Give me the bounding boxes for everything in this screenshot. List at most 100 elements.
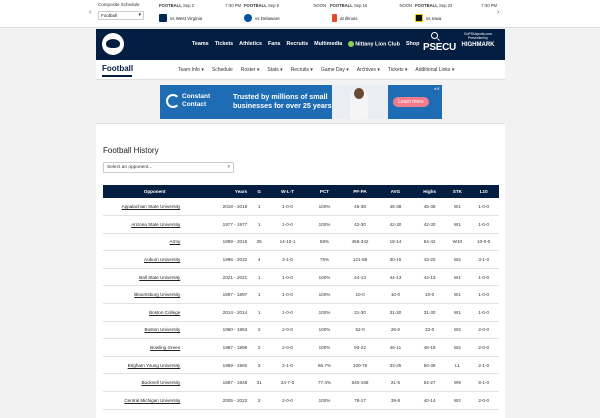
ticker-game[interactable]: FOOTBALL Sep 2 7:30 PM vs West Virginia — [159, 3, 241, 25]
subnav-game-day[interactable]: Game Day — [321, 67, 349, 73]
game-sport: FOOTBALL — [244, 3, 267, 8]
game-opponent: vs Iowa — [426, 15, 442, 21]
opponent-link[interactable]: Army — [170, 239, 181, 244]
nittany-lion-logo-icon[interactable] — [102, 33, 124, 55]
opponent-link[interactable]: Arizona State University — [131, 222, 180, 227]
search-icon[interactable] — [431, 32, 438, 39]
cell-pf-pa: 78-17 — [342, 391, 379, 410]
cell-avg: 42-30 — [378, 215, 413, 234]
opponent-link[interactable]: Bucknell University — [141, 380, 180, 385]
ticker-game[interactable]: FOOTBALL Sep 16 NOON at Illinois — [330, 3, 412, 25]
cell-pf-pa: 44-13 — [342, 268, 379, 287]
ad-close-icon[interactable]: ▸✕ — [435, 86, 440, 91]
nav-recruits[interactable]: Recruits — [287, 41, 309, 47]
col-pf-pa[interactable]: PF-PA — [342, 185, 379, 198]
main-nav: Teams Tickets Athletics Fans Recruits Mu… — [192, 41, 419, 47]
game-sport: FOOTBALL — [330, 3, 353, 8]
opponent-link[interactable]: Bloomsburg University — [134, 292, 180, 297]
subnav-schedule[interactable]: Schedule — [212, 67, 233, 73]
opponent-link[interactable]: Auburn University — [144, 257, 180, 262]
game-opponent: vs West Virginia — [170, 15, 203, 21]
col-streak[interactable]: STK — [446, 185, 469, 198]
cell-highs: 40-14 — [412, 391, 447, 410]
ad-brand: Constant Contact — [182, 93, 211, 108]
col-pct[interactable]: PCT — [306, 185, 343, 198]
col-opponent[interactable]: Opponent — [103, 185, 207, 198]
subnav-additional-links[interactable]: Additional Links — [415, 67, 454, 73]
cell-years: 1960 - 1963 — [206, 321, 251, 340]
opponent-link[interactable]: Central Michigan University — [124, 398, 180, 403]
cell-streak: W9 — [446, 373, 469, 393]
sponsor-brand: HIGHMARK — [461, 42, 495, 48]
subnav-recruits[interactable]: Recruits — [291, 67, 313, 73]
opponent-link[interactable]: Ball State University — [139, 275, 180, 280]
ad-learn-more-button[interactable]: Learn more — [393, 97, 429, 107]
opponent-link[interactable]: Appalachian State University — [122, 204, 181, 209]
opponent-link[interactable]: Bowling Green — [150, 345, 180, 350]
football-history-card: Football History Select an opponent... ▾… — [96, 123, 505, 418]
composite-schedule-link[interactable]: Composite Schedule — [98, 2, 148, 7]
col-games[interactable]: G — [250, 185, 269, 198]
cell-streak: W1 — [446, 268, 469, 287]
nav-tickets[interactable]: Tickets — [215, 41, 233, 47]
opponent-link[interactable]: Boston College — [149, 310, 180, 315]
col-years[interactable]: Years — [206, 185, 251, 198]
sport-subnav: Football Team Info Schedule Roster Stats… — [96, 60, 505, 80]
chevron-down-icon: ▾ — [227, 164, 230, 170]
table-row: Central Michigan University 2005 - 2022 2 2… — [103, 391, 499, 410]
cell-pf-pa: 42-30 — [342, 215, 379, 234]
cell-wlt: 1-0-0 — [268, 198, 307, 217]
sport-title[interactable]: Football — [102, 64, 133, 73]
game-date: Sep 16 — [353, 3, 368, 8]
cell-opponent: Bowling Green — [103, 338, 207, 357]
page-title: Football History — [103, 146, 159, 155]
ticker-controls: Composite Schedule Football ▾ — [98, 2, 148, 20]
cell-pct: 100% — [306, 215, 343, 234]
ticker-game[interactable]: FOOTBALL Sep 23 7:30 PM vs Iowa — [415, 3, 497, 25]
cell-opponent: Auburn University — [103, 250, 207, 269]
nav-fans[interactable]: Fans — [268, 41, 281, 47]
cell-last-10: 2-1-0 — [468, 356, 499, 375]
table-row: Boston College 2014 - 2014 1 1-0-0 100% 31-30… — [103, 303, 499, 322]
subnav-tickets[interactable]: Tickets — [388, 67, 408, 73]
cell-avg: 10-0 — [378, 285, 413, 305]
cell-last-10: 3-1-0 — [468, 250, 499, 269]
opponent-select-placeholder: Select an opponent... — [107, 165, 153, 170]
cell-pf-pa: 640-168 — [342, 373, 379, 393]
opponent-link[interactable]: Boston University — [145, 327, 181, 332]
table-row: Brigham Young University 1989 - 1992 3 2-1-… — [103, 356, 499, 375]
col-wlt[interactable]: W-L-T — [268, 185, 307, 198]
advertisement-banner[interactable]: Constant Contact Trusted by millions of … — [160, 85, 442, 119]
opponent-link[interactable]: Brigham Young University — [128, 363, 181, 368]
ticker-prev-arrow[interactable]: ‹ — [89, 9, 91, 16]
ticker-next-arrow[interactable]: › — [497, 9, 499, 16]
sport-select[interactable]: Football ▾ — [98, 11, 144, 20]
nav-nittany-lion-club[interactable]: Nittany Lion Club — [348, 41, 400, 47]
nav-teams[interactable]: Teams — [192, 41, 209, 47]
constant-contact-logo-icon — [166, 94, 180, 108]
highmark-sponsor[interactable]: GoPSUsports.com Presented by HIGHMARK — [454, 32, 502, 48]
col-last-10[interactable]: L10 — [468, 185, 499, 198]
nav-athletics[interactable]: Athletics — [239, 41, 262, 47]
psecu-sponsor-logo[interactable]: PSECU — [423, 42, 456, 53]
cell-last-10: 2-0-0 — [468, 321, 499, 340]
subnav-team-info[interactable]: Team Info — [178, 67, 204, 73]
nav-shop[interactable]: Shop — [406, 41, 419, 47]
cell-highs: 43-20 — [412, 250, 447, 269]
ticker-game[interactable]: FOOTBALL Sep 9 NOON vs Delaware — [244, 3, 326, 25]
subnav-archives[interactable]: Archives — [357, 67, 380, 73]
cell-games: 2 — [250, 391, 269, 410]
opponent-select[interactable]: Select an opponent... ▾ — [103, 162, 234, 173]
nav-multimedia[interactable]: Multimedia — [314, 41, 342, 47]
subnav-roster[interactable]: Roster — [241, 67, 260, 73]
cell-wlt: 1-0-0 — [268, 215, 307, 234]
game-opponent: at Illinois — [340, 15, 358, 21]
col-highs[interactable]: Highs — [412, 185, 447, 198]
col-avg[interactable]: AVG — [378, 185, 413, 198]
cell-years: 1899 - 2015 — [206, 233, 251, 252]
table-row: Auburn University 1996 - 2022 4 3-1-0 75% 121… — [103, 250, 499, 269]
cell-highs: 54-27 — [412, 373, 447, 393]
subnav-stats[interactable]: Stats — [267, 67, 282, 73]
cell-streak: W1 — [446, 198, 469, 217]
cell-last-10: 1-0-0 — [468, 198, 499, 217]
